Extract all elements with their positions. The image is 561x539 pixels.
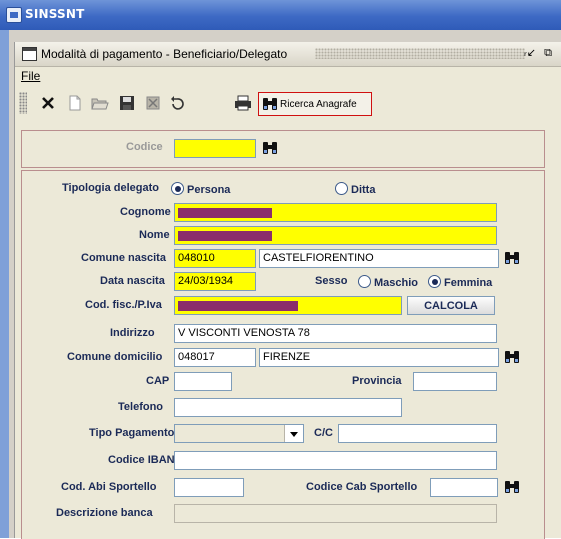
descrizione-banca-field: [174, 504, 497, 523]
redacted-block: [178, 231, 272, 241]
calcola-button[interactable]: CALCOLA: [407, 296, 495, 315]
delete-icon[interactable]: [143, 93, 163, 113]
iban-field[interactable]: [174, 451, 497, 470]
internal-window: Modalità di pagamento - Beneficiario/Del…: [14, 42, 561, 539]
binoculars-icon: [263, 98, 277, 110]
tipologia-label: Tipologia delegato: [62, 182, 159, 194]
radio-femmina-dot[interactable]: [428, 275, 441, 288]
comune-nascita-code-field[interactable]: 048010: [174, 249, 256, 268]
tipo-pagamento-select[interactable]: [174, 424, 304, 443]
window-icon: [22, 47, 37, 61]
internal-window-title-bar[interactable]: Modalità di pagamento - Beneficiario/Del…: [15, 42, 561, 67]
radio-persona[interactable]: Persona: [171, 182, 230, 196]
print-icon[interactable]: [233, 93, 253, 113]
codfisc-label: Cod. fisc./P.Iva: [85, 299, 162, 311]
codice-field[interactable]: [174, 139, 256, 158]
comune-domicilio-search-icon[interactable]: [502, 348, 522, 366]
provincia-field[interactable]: [413, 372, 497, 391]
codfisc-field[interactable]: [174, 296, 402, 315]
telefono-label: Telefono: [118, 401, 164, 413]
maximize-icon[interactable]: ⧉: [540, 45, 556, 61]
sesso-label: Sesso: [315, 275, 348, 287]
internal-window-title: Modalità di pagamento - Beneficiario/Del…: [41, 47, 288, 61]
codice-label: Codice: [126, 141, 163, 153]
telefono-field[interactable]: [174, 398, 402, 417]
nome-field[interactable]: [174, 226, 497, 245]
radio-persona-dot[interactable]: [171, 182, 184, 195]
cc-field[interactable]: [338, 424, 497, 443]
cognome-label: Cognome: [120, 206, 171, 218]
toolbar-grip[interactable]: [19, 92, 27, 114]
close-icon[interactable]: [38, 93, 58, 113]
abi-field[interactable]: [174, 478, 244, 497]
data-nascita-field[interactable]: 24/03/1934: [174, 272, 256, 291]
radio-maschio-label: Maschio: [374, 277, 419, 289]
redacted-block: [178, 208, 272, 218]
menu-bar: File: [15, 67, 561, 85]
redacted-block: [178, 301, 298, 311]
app-icon: [6, 7, 22, 23]
title-bar-texture: [315, 48, 525, 59]
frame-border: [0, 30, 9, 538]
toolbar: Ricerca Anagrafe: [15, 86, 561, 120]
comune-domicilio-label: Comune domicilio: [67, 351, 163, 363]
comune-nascita-search-icon[interactable]: [502, 249, 522, 267]
cab-search-icon[interactable]: [502, 478, 522, 496]
ricerca-anagrafe-button[interactable]: Ricerca Anagrafe: [258, 92, 372, 116]
radio-ditta-label: Ditta: [351, 184, 376, 196]
undo-icon[interactable]: [167, 93, 187, 113]
menu-file[interactable]: File: [21, 69, 40, 83]
form-panel: Tipologia delegato Persona Ditta Cognome…: [21, 170, 545, 539]
iban-label: Codice IBAN: [108, 454, 175, 466]
cognome-field[interactable]: [174, 203, 497, 222]
radio-maschio[interactable]: Maschio: [358, 275, 418, 289]
codice-panel: Codice: [21, 130, 545, 168]
radio-ditta[interactable]: Ditta: [335, 182, 375, 196]
radio-femmina-label: Femmina: [444, 277, 493, 289]
provincia-label: Provincia: [352, 375, 402, 387]
minimize-icon[interactable]: ᵣ↙: [522, 45, 538, 61]
save-icon[interactable]: [117, 93, 137, 113]
cap-field[interactable]: [174, 372, 232, 391]
ricerca-anagrafe-label: Ricerca Anagrafe: [280, 98, 357, 110]
cab-field[interactable]: [430, 478, 498, 497]
indirizzo-field[interactable]: V VISCONTI VENOSTA 78: [174, 324, 497, 343]
radio-femmina[interactable]: Femmina: [428, 275, 492, 289]
app-title-bar: SINSSNT: [0, 0, 561, 30]
data-nascita-label: Data nascita: [100, 275, 165, 287]
indirizzo-label: Indirizzo: [110, 327, 155, 339]
tipo-pagamento-label: Tipo Pagamento: [89, 427, 175, 439]
comune-nascita-label: Comune nascita: [81, 252, 166, 264]
abi-label: Cod. Abi Sportello: [61, 481, 157, 493]
comune-domicilio-name-field[interactable]: FIRENZE: [259, 348, 499, 367]
nome-label: Nome: [139, 229, 170, 241]
radio-maschio-dot[interactable]: [358, 275, 371, 288]
new-document-icon[interactable]: [65, 93, 85, 113]
cab-label: Codice Cab Sportello: [306, 481, 418, 493]
radio-ditta-dot[interactable]: [335, 182, 348, 195]
chevron-down-icon[interactable]: [284, 425, 303, 442]
open-folder-icon[interactable]: [90, 93, 110, 113]
comune-domicilio-code-field[interactable]: 048017: [174, 348, 256, 367]
app-title: SINSSNT: [25, 7, 85, 21]
radio-persona-label: Persona: [187, 184, 231, 196]
cc-label: C/C: [314, 427, 333, 439]
descrizione-banca-label: Descrizione banca: [56, 507, 153, 519]
cap-label: CAP: [146, 375, 170, 387]
codice-search-icon[interactable]: [260, 139, 280, 157]
comune-nascita-name-field[interactable]: CASTELFIORENTINO: [259, 249, 499, 268]
menu-file-label: File: [21, 69, 41, 83]
